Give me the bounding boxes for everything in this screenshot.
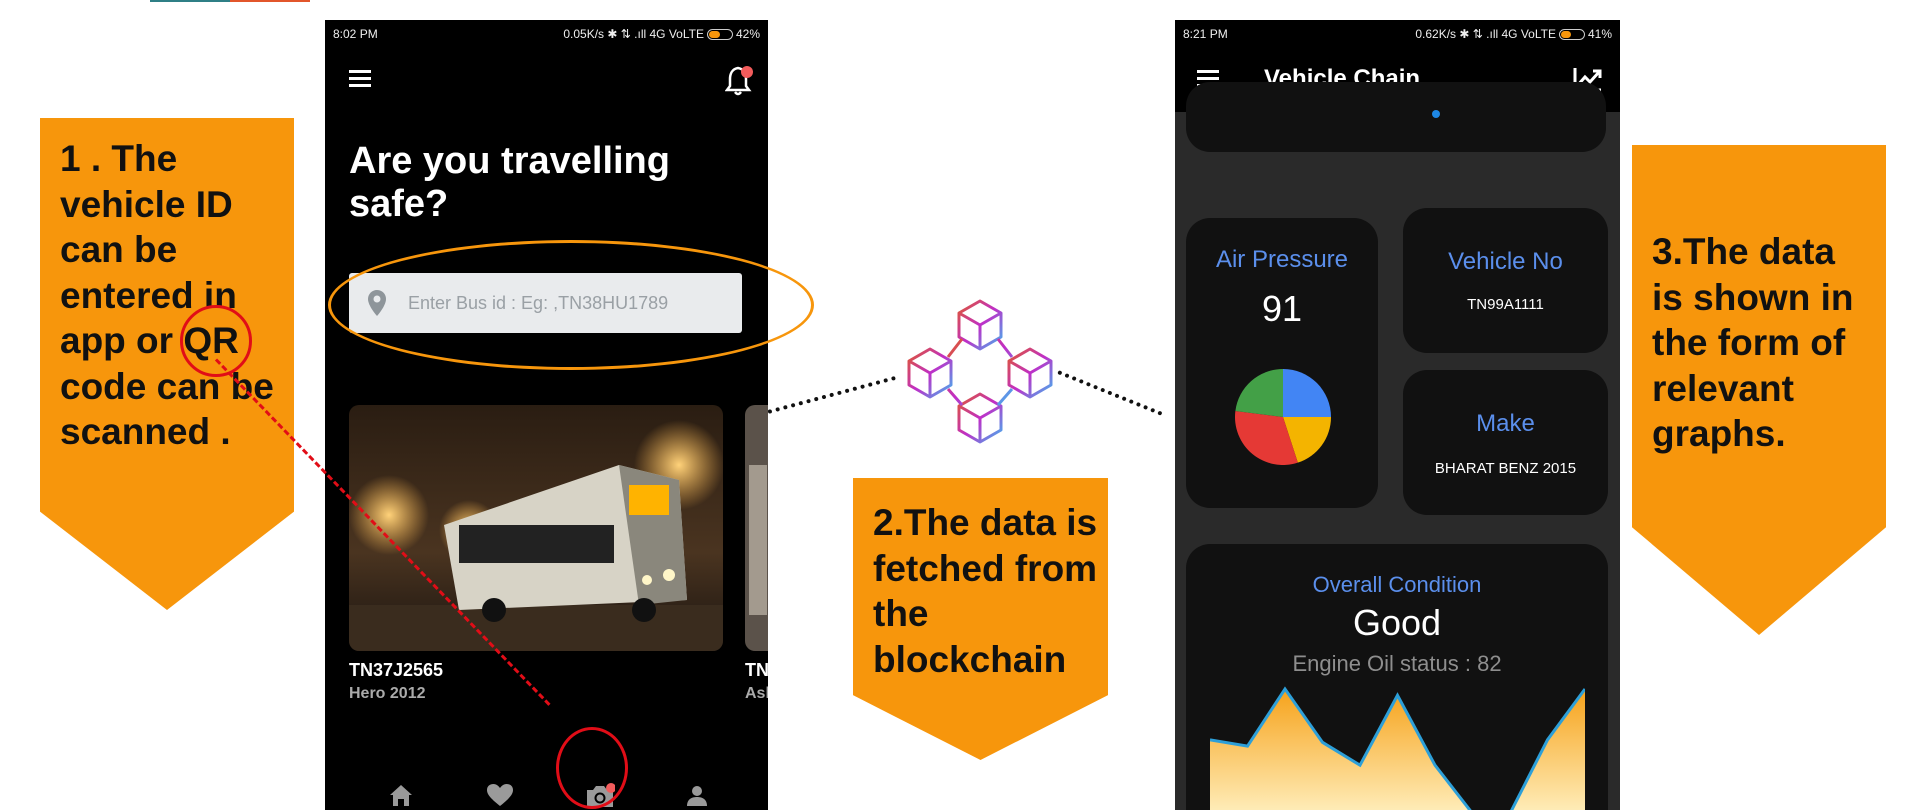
battery-icon [1558,29,1585,41]
status-time: 8:21 PM [1183,27,1228,41]
home-icon[interactable] [388,783,414,807]
top-accent-orange [230,0,310,2]
area-fill [1210,689,1585,810]
top-panel [1186,82,1606,152]
top-accent-teal [150,0,230,2]
vehicle-no-panel: Vehicle No TN99A1111 [1403,208,1608,353]
air-pressure-panel: Air Pressure 91 [1186,218,1378,508]
overall-condition-panel: Overall Condition Good Engine Oil status… [1186,544,1608,810]
page-heading: Are you travelling safe? [349,140,670,225]
engine-oil-status: Engine Oil status : 82 [1292,651,1502,676]
status-bar: 8:21 PM 0.62K/s ✱ ⇅ .ıll 4G VoLTE 41% [1175,20,1620,46]
make-label: Make [1476,410,1535,437]
status-battery: 42% [735,27,760,41]
callout-step3: 3.The data is shown in the form of relev… [1632,145,1886,635]
search-highlight-ellipse [328,240,814,370]
vehicle-card-image[interactable] [349,405,723,651]
callout-step2: 2.The data is fetched from the blockchai… [853,478,1108,760]
vehicle-no-value: TN99A1111 [1467,296,1544,313]
dashboard-body: Air Pressure 91 Vehicle No TN99A1111 Mak… [1175,82,1620,810]
make-panel: Make BHARAT BENZ 2015 [1403,370,1608,515]
vehicle-card-title: TN [745,660,768,680]
pie-slice [1235,369,1283,417]
status-bar: 8:02 PM 0.05K/s ✱ ⇅ .ıll 4G VoLTE 42% [325,20,768,46]
connector-left [767,375,897,414]
status-indicators: 0.62K/s ✱ ⇅ .ıll 4G VoLTE 41% [1415,27,1612,41]
pie-slice [1283,369,1331,417]
heart-icon[interactable] [486,783,514,807]
bus-photo [349,405,723,651]
status-network: 0.05K/s ✱ ⇅ .ıll 4G VoLTE [563,27,704,41]
air-pressure-label: Air Pressure [1215,246,1349,273]
callout-step1-text: 1 . The vehicle ID can be entered in app… [60,138,274,452]
scroll-dot [1432,110,1440,118]
phone-vehicle-chain-screen: 8:21 PM 0.62K/s ✱ ⇅ .ıll 4G VoLTE 41% Veh… [1175,20,1620,810]
engine-condition-area-chart [1210,686,1585,810]
callout-step3-text: 3.The data is shown in the form of relev… [1652,231,1854,454]
air-pressure-value: 91 [1261,288,1303,329]
overall-condition-label: Overall Condition [1312,572,1482,597]
bus-photo [745,405,768,651]
phone-search-screen: 8:02 PM 0.05K/s ✱ ⇅ .ıll 4G VoLTE 42% Are… [325,20,768,810]
make-value: BHARAT BENZ 2015 [1434,460,1577,477]
callout-step1: 1 . The vehicle ID can be entered in app… [40,118,294,610]
vehicle-card-subtitle: Hero 2012 [349,685,426,702]
status-network: 0.62K/s ✱ ⇅ .ıll 4G VoLTE [1415,27,1556,41]
vehicle-card-title: TN37J2565 [349,660,444,680]
battery-icon [706,29,733,41]
status-battery: 41% [1587,27,1612,41]
callout-step2-text: 2.The data is fetched from the blockchai… [873,502,1098,680]
vehicle-card-subtitle: Ash [745,685,768,702]
overall-condition-value: Good [1352,602,1442,643]
qr-highlight-circle [180,305,252,377]
menu-icon[interactable] [349,66,371,91]
blockchain-icon [907,299,1053,444]
notification-bell-icon[interactable] [725,64,755,98]
connector-right [1057,370,1163,416]
vehicle-no-label: Vehicle No [1448,248,1563,275]
vehicle-card-image[interactable] [745,405,768,651]
camera-highlight-circle [556,727,628,809]
person-icon[interactable] [685,783,709,807]
air-pressure-pie-chart [1235,369,1331,465]
status-time: 8:02 PM [333,27,378,41]
status-indicators: 0.05K/s ✱ ⇅ .ıll 4G VoLTE 42% [563,27,760,41]
